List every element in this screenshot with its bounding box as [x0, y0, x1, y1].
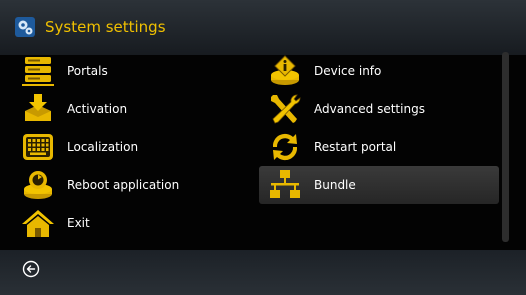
keyboard-icon: [20, 129, 56, 165]
menu-item-label: Portals: [67, 64, 108, 78]
server-stack-icon: [20, 53, 56, 89]
menu-item-reboot-application[interactable]: Reboot application: [0, 166, 240, 204]
tools-icon: [267, 91, 303, 127]
download-box-icon: [20, 91, 56, 127]
restart-arrows-icon: [267, 129, 303, 165]
menu-item-label: Restart portal: [314, 140, 397, 154]
page-title: System settings: [45, 18, 166, 36]
footer-bar: [0, 250, 526, 295]
gear-settings-icon: [15, 17, 35, 37]
menu-item-advanced-settings[interactable]: Advanced settings: [259, 90, 499, 128]
back-button[interactable]: [22, 260, 40, 278]
menu-item-exit[interactable]: Exit: [0, 204, 240, 242]
menu-item-device-info[interactable]: Device info: [259, 52, 499, 90]
network-icon: [267, 167, 303, 203]
menu-item-activation[interactable]: Activation: [0, 90, 240, 128]
reboot-icon: [20, 167, 56, 203]
menu-item-label: Advanced settings: [314, 102, 425, 116]
menu-item-label: Reboot application: [67, 178, 180, 192]
menu-item-label: Activation: [67, 102, 128, 116]
menu-panel: Portals Activation Localization Reboot a…: [0, 55, 526, 250]
menu-item-bundle[interactable]: Bundle: [259, 166, 499, 204]
scrollbar[interactable]: [502, 52, 509, 242]
menu-item-label: Exit: [67, 216, 90, 230]
menu-item-label: Device info: [314, 64, 382, 78]
menu-item-localization[interactable]: Localization: [0, 128, 240, 166]
menu-item-portals[interactable]: Portals: [0, 52, 240, 90]
menu-item-restart-portal[interactable]: Restart portal: [259, 128, 499, 166]
back-arrow-icon: [22, 260, 40, 278]
menu-item-label: Bundle: [314, 178, 356, 192]
header-bar: System settings: [0, 0, 526, 55]
home-icon: [20, 205, 56, 241]
menu-item-label: Localization: [67, 140, 139, 154]
info-icon: [267, 53, 303, 89]
